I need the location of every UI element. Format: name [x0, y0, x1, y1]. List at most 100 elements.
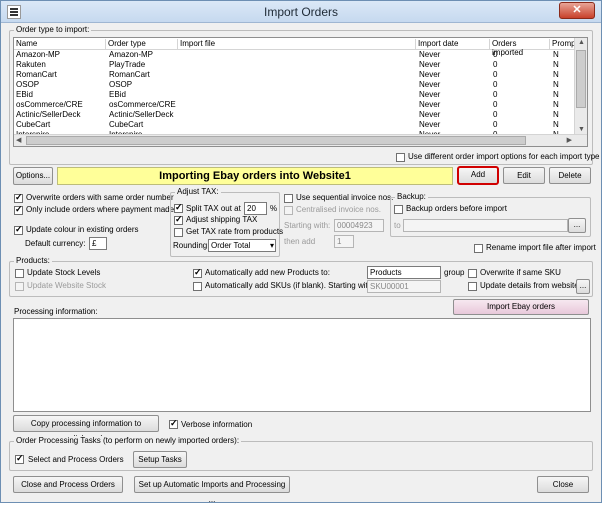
cell-name: Rakuten [16, 60, 46, 69]
rounding-label: Rounding: [173, 241, 210, 250]
update-website-stock-checkbox[interactable] [15, 282, 24, 291]
cell-prompt: N [553, 80, 559, 89]
sku-start-input[interactable]: SKU00001 [367, 280, 441, 293]
cell-prompt: N [553, 50, 559, 59]
table-row[interactable]: EBid EBid Never 0 N [14, 90, 587, 100]
copy-processing-info-button[interactable]: Copy processing information to clipboard [13, 415, 159, 443]
scroll-left-icon[interactable]: ◀ [16, 136, 21, 144]
table-row[interactable]: CubeCart CubeCart Never 0 N [14, 120, 587, 130]
list-horizontal-scrollbar[interactable]: ◀ ▶ [14, 134, 587, 146]
column-header-prompt[interactable]: Prompt [550, 39, 578, 50]
update-colour-label: Update colour in existing orders [26, 225, 139, 234]
starting-with-input[interactable]: 00004923 [334, 219, 384, 232]
update-stock-checkbox[interactable] [15, 269, 24, 278]
auto-add-sku-label: Automatically add SKUs (if blank). Start… [205, 281, 375, 290]
overwrite-sku-checkbox[interactable] [468, 269, 477, 278]
select-process-orders-checkbox[interactable] [15, 453, 24, 464]
update-details-browse-button[interactable]: ... [576, 279, 590, 294]
only-paid-orders-checkbox[interactable] [14, 204, 23, 215]
scroll-down-icon[interactable]: ▼ [578, 126, 585, 133]
backup-browse-button[interactable]: ... [568, 218, 586, 233]
column-header-import-date[interactable]: Import date [416, 39, 490, 50]
split-tax-percent-label: % [270, 204, 278, 213]
scroll-up-icon[interactable]: ▲ [578, 39, 585, 46]
table-row[interactable]: RomanCart RomanCart Never 0 N [14, 70, 587, 80]
cell-orders-imported: 0 [493, 110, 498, 119]
overwrite-orders-checkbox[interactable] [14, 192, 23, 203]
column-header-orders-imported[interactable]: Orders imported [490, 39, 550, 57]
cell-name: Actinic/SellerDeck [16, 110, 81, 119]
add-button[interactable]: Add [457, 166, 499, 185]
cell-orders-imported: 0 [493, 80, 498, 89]
split-tax-checkbox[interactable] [174, 202, 183, 213]
centralised-invoice-checkbox[interactable] [284, 206, 293, 215]
sequential-invoice-checkbox[interactable] [284, 194, 293, 203]
table-row[interactable]: Rakuten PlayTrade Never 0 N [14, 60, 587, 70]
order-type-list[interactable]: Name Order type Import file Import date … [13, 37, 588, 147]
cell-prompt: N [553, 70, 559, 79]
table-row[interactable]: osCommerce/CRE osCommerce/CRE Never 0 N [14, 100, 587, 110]
verbose-information-checkbox[interactable] [169, 418, 178, 429]
cell-orders-imported: 0 [493, 70, 498, 79]
update-details-label: Update details from website [480, 281, 579, 290]
cell-import-date: Never [419, 90, 441, 99]
cell-order-type: Actinic/SellerDeck [109, 110, 174, 119]
backup-before-import-checkbox[interactable] [394, 205, 403, 214]
cell-import-date: Never [419, 110, 441, 119]
vertical-scroll-thumb[interactable] [576, 50, 586, 108]
cell-order-type: OSOP [109, 80, 133, 89]
auto-add-sku-checkbox[interactable] [193, 282, 202, 291]
auto-add-products-checkbox[interactable] [193, 267, 202, 278]
cell-order-type: CubeCart [109, 120, 144, 129]
backup-path-input[interactable] [403, 219, 568, 232]
update-details-checkbox[interactable] [468, 282, 477, 291]
horizontal-scroll-thumb[interactable] [26, 136, 526, 145]
column-header-import-file[interactable]: Import file [178, 39, 416, 50]
then-add-input[interactable]: 1 [334, 235, 354, 248]
cell-name: OSOP [16, 80, 40, 89]
edit-button[interactable]: Edit [503, 167, 545, 184]
centralised-invoice-label: Centralised invoice nos. [296, 205, 381, 214]
processing-information-textarea[interactable] [13, 318, 591, 412]
adjust-shipping-tax-checkbox[interactable] [174, 214, 183, 225]
import-orders-window: Import Orders ✕ Order type to import: Na… [0, 0, 602, 504]
group-label: group [444, 268, 465, 277]
cell-prompt: N [553, 100, 559, 109]
rounding-select[interactable]: Order Total [208, 239, 276, 252]
update-website-stock-label: Update Website Stock [27, 281, 107, 290]
adjust-shipping-tax-label: Adjust shipping TAX [186, 215, 258, 224]
cell-import-date: Never [419, 60, 441, 69]
window-title: Import Orders [263, 5, 338, 19]
table-row[interactable]: Actinic/SellerDeck Actinic/SellerDeck Neve… [14, 110, 587, 120]
update-colour-checkbox[interactable] [14, 224, 23, 235]
product-group-input[interactable]: Products [367, 266, 441, 279]
title-bar: Import Orders ✕ [1, 1, 601, 23]
column-header-order-type[interactable]: Order type [106, 39, 178, 50]
processing-information-label: Processing information: [14, 307, 98, 316]
delete-button[interactable]: Delete [549, 167, 591, 184]
setup-automatic-imports-button[interactable]: Set up Automatic Imports and Processing … [134, 476, 290, 504]
use-different-options-checkbox[interactable] [396, 153, 405, 162]
cell-order-type: RomanCart [109, 70, 150, 79]
cell-name: RomanCart [16, 70, 57, 79]
close-button[interactable]: Close [537, 476, 589, 493]
split-tax-input[interactable]: 20 [244, 202, 267, 215]
rename-import-file-checkbox[interactable] [474, 244, 483, 253]
scroll-right-icon[interactable]: ▶ [567, 136, 572, 144]
get-tax-rate-checkbox[interactable] [174, 228, 183, 237]
window-close-button[interactable]: ✕ [559, 2, 595, 19]
options-button[interactable]: Options... [13, 167, 53, 185]
cell-name: Amazon-MP [16, 50, 61, 59]
cell-orders-imported: 0 [493, 120, 498, 129]
column-header-name[interactable]: Name [14, 39, 106, 50]
import-ebay-orders-button[interactable]: Import Ebay orders [453, 299, 589, 315]
list-vertical-scrollbar[interactable]: ▲ ▼ [574, 38, 587, 146]
setup-tasks-button[interactable]: Setup Tasks [133, 451, 187, 468]
default-currency-input[interactable]: £ [89, 237, 107, 250]
close-and-process-orders-button[interactable]: Close and Process Orders [13, 476, 123, 493]
then-add-label: then add [284, 237, 316, 246]
table-row[interactable]: Amazon-MP Amazon-MP Never 0 N [14, 50, 587, 60]
cell-orders-imported: 0 [493, 100, 498, 109]
rounding-select-value: Order Total [211, 241, 251, 250]
table-row[interactable]: OSOP OSOP Never 0 N [14, 80, 587, 90]
